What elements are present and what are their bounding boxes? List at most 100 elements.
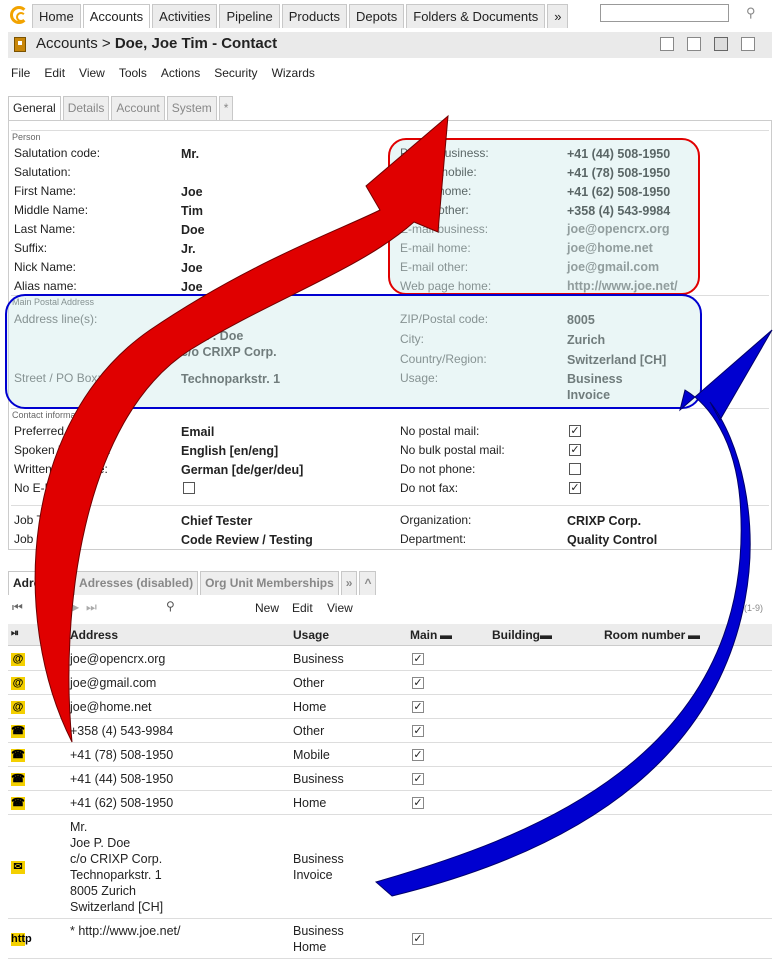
grid-tab-more[interactable]: ^ <box>359 571 377 595</box>
column-main-sort-icon[interactable]: ▬ <box>440 628 452 642</box>
nav-tab-home[interactable]: Home <box>32 4 81 28</box>
menu-view[interactable]: View <box>79 66 105 80</box>
column-address[interactable]: Address <box>70 628 118 642</box>
flag-checkbox[interactable] <box>569 463 581 475</box>
grid-new-button[interactable]: New <box>255 601 279 615</box>
flag-checkbox[interactable]: ✓ <box>569 482 581 494</box>
table-row[interactable]: ☎ +41 (78) 508-1950 Mobile ✓ <box>8 743 772 767</box>
table-row[interactable]: http * http://www.joe.net/Business Home ✓ <box>8 919 772 959</box>
print-icon[interactable] <box>714 37 728 51</box>
top-navigation: Home Accounts Activities Pipeline Products De… <box>0 0 776 30</box>
grid-tab-adresses-disabled[interactable]: Adresses (disabled) <box>74 571 199 595</box>
tab-details[interactable]: Details <box>62 96 110 120</box>
search-icon[interactable]: ⚲ <box>746 5 756 21</box>
email-icon: @ <box>11 676 25 690</box>
main-checkbox[interactable]: ✓ <box>412 749 424 761</box>
table-row[interactable]: @ joe@home.net Home ✓ <box>8 695 772 719</box>
nav-tab-more[interactable]: » <box>547 4 569 28</box>
table-row[interactable]: ✉ Mr. Joe P. Doe c/o CRIXP Corp. Technoparks… <box>8 815 772 919</box>
usage-text: Home <box>293 796 327 810</box>
flag-checkbox[interactable]: ✓ <box>569 425 581 437</box>
menu-actions[interactable]: Actions <box>161 66 200 80</box>
grid-count: (1-9) <box>744 603 764 613</box>
main-checkbox[interactable]: ✓ <box>412 677 424 689</box>
phone-icon: ☎ <box>11 796 25 810</box>
row-address[interactable]: +41 (62) 508-1950 <box>70 795 173 811</box>
row-address[interactable]: joe@gmail.com <box>70 675 156 691</box>
person-field-value: Jr. <box>181 242 196 256</box>
menu-wizards[interactable]: Wizards <box>272 66 315 80</box>
filter-search-icon[interactable]: ⚲ <box>166 599 175 613</box>
row-address[interactable]: joe@home.net <box>70 699 152 715</box>
breadcrumb-section[interactable]: Accounts <box>36 35 98 52</box>
nav-tab-accounts[interactable]: Accounts <box>82 4 151 28</box>
address-text: * http://www.joe.net/ <box>70 924 181 938</box>
nav-tab-folders-documents[interactable]: Folders & Documents <box>406 4 546 28</box>
tab-system[interactable]: System <box>166 96 217 120</box>
table-row[interactable]: ☎ +358 (4) 543-9984 Other ✓ <box>8 719 772 743</box>
last-page-icon[interactable]: ⏭ <box>86 600 97 615</box>
tab-more[interactable]: * <box>218 96 234 120</box>
main-checkbox[interactable]: ✓ <box>412 797 424 809</box>
column-toggle-icon[interactable]: ⏯ <box>11 628 19 639</box>
row-usage: Business <box>293 771 344 787</box>
row-address[interactable]: Mr. Joe P. Doe c/o CRIXP Corp. Technoparkst… <box>70 819 163 915</box>
no-email-checkbox[interactable] <box>183 482 195 494</box>
opencrx-logo-icon <box>10 6 28 24</box>
usage-text: Business <box>293 772 344 786</box>
nav-tab-depots[interactable]: Depots <box>349 4 405 28</box>
person-field-label: Suffix: <box>14 241 48 255</box>
phone-icon: ☎ <box>11 724 25 738</box>
main-checkbox[interactable]: ✓ <box>412 773 424 785</box>
address-text: +41 (78) 508-1950 <box>70 748 174 762</box>
grid-tab-more[interactable]: » <box>340 571 358 595</box>
grid-edit-button[interactable]: Edit <box>292 601 313 615</box>
row-address[interactable]: * http://www.joe.net/ <box>70 923 180 939</box>
window-restore-icon[interactable] <box>687 37 701 51</box>
phone-email-highlight <box>388 138 700 295</box>
menu-tools[interactable]: Tools <box>119 66 147 80</box>
main-checkbox[interactable]: ✓ <box>412 701 424 713</box>
row-address[interactable]: +358 (4) 543-9984 <box>70 723 173 739</box>
window-close-icon[interactable] <box>741 37 755 51</box>
table-row[interactable]: @ joe@opencrx.org Business ✓ <box>8 647 772 671</box>
account-contact-icon <box>14 37 26 52</box>
grid-tab-org-unit-memberships[interactable]: Org Unit Memberships <box>200 571 339 595</box>
table-row[interactable]: ☎ +41 (62) 508-1950 Home ✓ <box>8 791 772 815</box>
table-row[interactable]: ☎ +41 (44) 508-1950 Business ✓ <box>8 767 772 791</box>
window-minimize-icon[interactable] <box>660 37 674 51</box>
row-address[interactable]: +41 (78) 508-1950 <box>70 747 173 763</box>
menu-file[interactable]: File <box>11 66 30 80</box>
flag-checkbox[interactable]: ✓ <box>569 444 581 456</box>
menu-security[interactable]: Security <box>214 66 257 80</box>
organization-value: CRIXP Corp. <box>567 514 642 528</box>
person-field-label: Alias name: <box>14 279 77 293</box>
column-usage[interactable]: Usage <box>293 628 329 642</box>
row-usage: Business <box>293 651 344 667</box>
nav-tab-pipeline[interactable]: Pipeline <box>219 4 280 28</box>
menu-edit[interactable]: Edit <box>44 66 65 80</box>
grid-view-button[interactable]: View <box>327 601 353 615</box>
main-checkbox[interactable]: ✓ <box>412 725 424 737</box>
tab-account[interactable]: Account <box>111 96 165 120</box>
column-room-number[interactable]: Room number <box>604 628 685 642</box>
tab-general[interactable]: General <box>8 96 61 120</box>
nav-tab-products[interactable]: Products <box>281 4 348 28</box>
grid-tab-adresses[interactable]: Adresses <box>8 571 73 595</box>
main-checkbox[interactable]: ✓ <box>412 933 424 945</box>
address-text: +41 (44) 508-1950 <box>70 772 174 786</box>
row-address[interactable]: joe@opencrx.org <box>70 651 165 667</box>
column-building-sort-icon[interactable]: ▬ <box>540 628 552 642</box>
column-room-number-sort-icon[interactable]: ▬ <box>688 628 700 642</box>
main-checkbox[interactable]: ✓ <box>412 653 424 665</box>
next-page-icon[interactable]: ▶ <box>70 600 79 614</box>
column-building[interactable]: Building <box>492 628 540 642</box>
first-page-icon[interactable]: ⏮ <box>12 600 23 615</box>
spoken-language-label: Spoken language: <box>14 443 111 457</box>
column-main[interactable]: Main <box>410 628 437 642</box>
table-row[interactable]: @ joe@gmail.com Other ✓ <box>8 671 772 695</box>
search-input[interactable] <box>600 4 729 22</box>
row-usage: Mobile <box>293 747 330 763</box>
row-address[interactable]: +41 (44) 508-1950 <box>70 771 173 787</box>
nav-tab-activities[interactable]: Activities <box>152 4 218 28</box>
